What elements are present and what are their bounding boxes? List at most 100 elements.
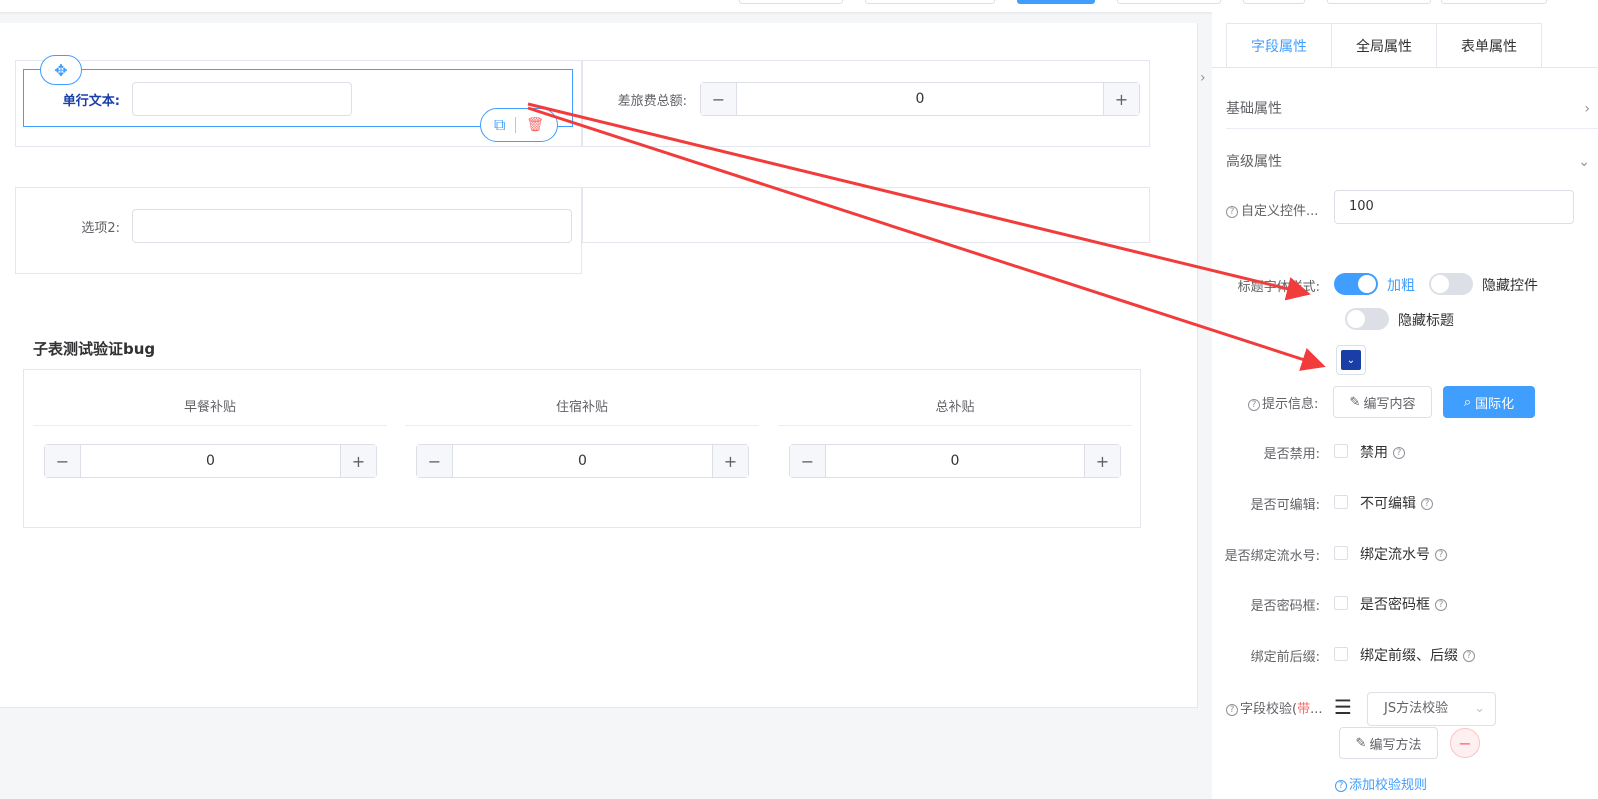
minus-icon[interactable]: − <box>45 445 81 477</box>
chevron-down-icon: ⌄ <box>1578 154 1590 170</box>
grid-cell-empty[interactable] <box>582 187 1150 243</box>
question-icon[interactable]: ? <box>1435 599 1447 611</box>
subtable-column-header: 总补贴 <box>778 394 1132 426</box>
hide-title-switch[interactable] <box>1345 308 1389 330</box>
basic-section-header[interactable]: 基础属性 › <box>1226 89 1598 129</box>
switch-knob <box>1431 275 1449 293</box>
question-icon: ? <box>1335 779 1347 792</box>
prefix-suffix-checkbox[interactable] <box>1334 647 1348 661</box>
divider <box>515 117 517 133</box>
minus-icon[interactable]: − <box>701 83 737 115</box>
edit-content-label: 编写内容 <box>1363 396 1416 412</box>
stepper-value[interactable]: 0 <box>453 445 712 477</box>
tip-info-label-text: 提示信息: <box>1262 397 1319 412</box>
collapse-panel-icon[interactable]: › <box>1200 70 1212 90</box>
breakfast-stepper[interactable]: − 0 + <box>44 444 377 478</box>
drag-handle-icon[interactable]: ☰ <box>1334 695 1352 719</box>
stepper-value[interactable]: 0 <box>826 445 1084 477</box>
property-panel: 字段属性 全局属性 表单属性 基础属性 › 高级属性 ⌄ ? 自定义控件... 1… <box>1212 12 1598 799</box>
hide-control-label: 隐藏控件 <box>1482 278 1538 294</box>
password-checkbox[interactable] <box>1334 596 1348 610</box>
question-icon[interactable]: ? <box>1463 650 1475 662</box>
disabled-option[interactable]: 禁用? <box>1360 442 1405 462</box>
question-icon[interactable]: ? <box>1435 549 1447 561</box>
i18n-label: 国际化 <box>1475 396 1515 412</box>
plus-icon[interactable]: + <box>340 445 376 477</box>
password-option-text: 是否密码框 <box>1360 597 1430 613</box>
chevron-right-icon: › <box>1584 101 1590 117</box>
delete-icon[interactable]: 🗑 <box>526 117 544 133</box>
field-actions: ⧉ 🗑 <box>480 108 558 142</box>
minus-icon[interactable]: − <box>417 445 453 477</box>
tip-info-label: ? 提示信息: <box>1248 393 1318 412</box>
subtable-title: 子表测试验证bug <box>33 340 156 358</box>
design-canvas: 单行文本: ✥ ⧉ 🗑 差旅费总额: − 0 + 选项2: 子表测试验证bug … <box>0 23 1198 708</box>
hide-title-label: 隐藏标题 <box>1398 313 1454 329</box>
validation-label-text: 字段校验( <box>1240 702 1298 717</box>
plus-icon[interactable]: + <box>712 445 748 477</box>
title-style-label: 标题字体样式: <box>1237 280 1320 295</box>
custom-width-input[interactable]: 100 <box>1334 190 1574 224</box>
travel-total-stepper[interactable]: − 0 + <box>700 82 1140 116</box>
plus-icon[interactable]: + <box>1103 83 1139 115</box>
question-icon: ? <box>1226 205 1238 218</box>
toolbar-button[interactable] <box>1243 0 1305 4</box>
panel-tabs: 字段属性 全局属性 表单属性 <box>1226 23 1542 67</box>
minus-icon[interactable]: − <box>790 445 826 477</box>
toolbar-button[interactable] <box>1441 0 1547 4</box>
toolbar-button[interactable] <box>1327 0 1431 4</box>
add-rule-link[interactable]: ? 添加校验规则 <box>1335 774 1427 793</box>
pencil-icon: ✎ <box>1349 394 1361 410</box>
question-icon: ? <box>1248 398 1260 411</box>
serial-checkbox[interactable] <box>1334 546 1348 560</box>
validation-method-value: JS方法校验 <box>1384 701 1449 716</box>
serial-label: 是否绑定流水号: <box>1224 549 1320 564</box>
disabled-label: 是否禁用: <box>1263 447 1320 462</box>
subtable-column-header: 早餐补贴 <box>33 394 387 426</box>
validation-method-select[interactable]: JS方法校验 ⌄ <box>1367 692 1496 726</box>
tab-field-properties[interactable]: 字段属性 <box>1226 23 1332 67</box>
bold-switch[interactable] <box>1334 273 1378 295</box>
edit-content-button[interactable]: ✎ 编写内容 <box>1333 386 1432 418</box>
question-icon[interactable]: ? <box>1421 498 1433 510</box>
prefix-suffix-option-text: 绑定前缀、后缀 <box>1360 648 1458 664</box>
option2-label: 选项2: <box>81 221 120 236</box>
lodging-stepper[interactable]: − 0 + <box>416 444 749 478</box>
editable-checkbox[interactable] <box>1334 495 1348 509</box>
tab-global-properties[interactable]: 全局属性 <box>1331 23 1437 67</box>
question-icon[interactable]: ? <box>1393 447 1405 459</box>
switch-knob <box>1347 310 1365 328</box>
custom-width-label-text: 自定义控件... <box>1241 204 1319 219</box>
basic-section-title: 基础属性 <box>1226 101 1282 117</box>
subtable-column-header: 住宿补贴 <box>405 394 759 426</box>
editable-option[interactable]: 不可编辑? <box>1360 493 1433 513</box>
title-color-picker[interactable]: ⌄ <box>1336 345 1366 375</box>
remove-rule-icon[interactable]: − <box>1450 728 1480 758</box>
stepper-value[interactable]: 0 <box>737 83 1103 115</box>
plus-icon[interactable]: + <box>1084 445 1120 477</box>
i18n-button[interactable]: ⌕ 国际化 <box>1443 386 1535 418</box>
write-method-button[interactable]: ✎ 编写方法 <box>1339 727 1438 759</box>
password-option[interactable]: 是否密码框? <box>1360 594 1447 614</box>
option2-input[interactable] <box>132 209 572 243</box>
toolbar-button[interactable] <box>865 0 995 4</box>
password-label: 是否密码框: <box>1250 599 1320 614</box>
toolbar-primary-button[interactable] <box>1017 0 1095 4</box>
single-line-text-input[interactable] <box>132 82 352 116</box>
chevron-down-icon: ⌄ <box>1341 350 1361 370</box>
stepper-value[interactable]: 0 <box>81 445 340 477</box>
hide-control-switch[interactable] <box>1429 273 1473 295</box>
toolbar-button[interactable] <box>1117 0 1221 4</box>
tab-form-properties[interactable]: 表单属性 <box>1436 23 1542 67</box>
copy-icon[interactable]: ⧉ <box>494 115 505 135</box>
toolbar-button[interactable] <box>739 0 843 4</box>
prefix-suffix-option[interactable]: 绑定前缀、后缀? <box>1360 645 1475 665</box>
serial-option-text: 绑定流水号 <box>1360 547 1430 563</box>
move-handle-icon[interactable]: ✥ <box>40 55 82 85</box>
disabled-checkbox[interactable] <box>1334 444 1348 458</box>
serial-option[interactable]: 绑定流水号? <box>1360 544 1447 564</box>
total-stepper[interactable]: − 0 + <box>789 444 1121 478</box>
subtable[interactable]: 早餐补贴 住宿补贴 总补贴 − 0 + − 0 + − 0 + <box>23 369 1141 528</box>
advanced-section-header[interactable]: 高级属性 ⌄ <box>1226 142 1598 182</box>
prefix-suffix-label: 绑定前后缀: <box>1250 650 1320 665</box>
